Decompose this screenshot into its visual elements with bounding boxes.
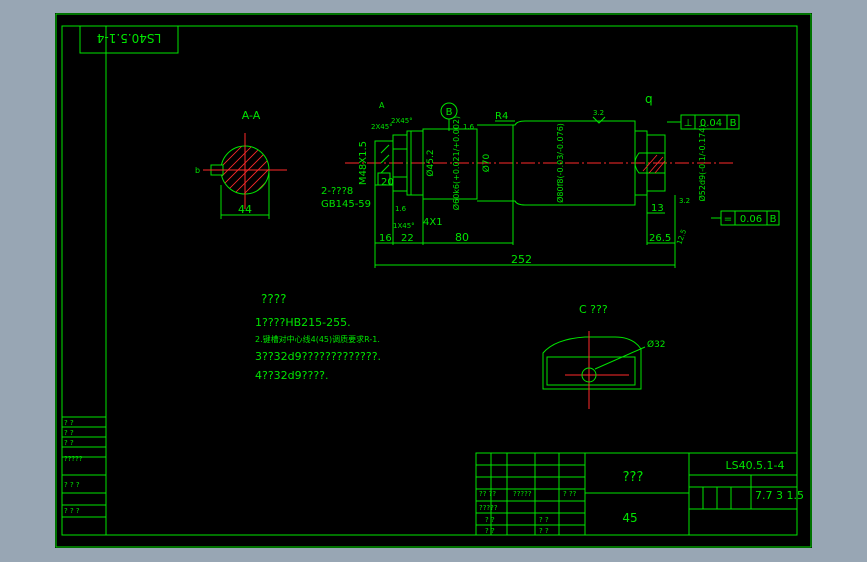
dia-52: Ø52d9(-0.1/-0.174) (697, 125, 707, 202)
part-name: ??? (623, 470, 644, 485)
note-line: 2.键槽对中心线4(45)调质要求R-1. (255, 334, 380, 344)
section-aa-label: A-A (242, 109, 261, 122)
material: 45 (622, 511, 637, 525)
title-sub-label: ? ? (539, 527, 549, 535)
dim-16: 16 (379, 233, 392, 244)
dia-70: Ø70 (481, 153, 492, 172)
roughness-top: 3.2 (593, 109, 604, 117)
chamfer-2x45-a: 2X45° (371, 123, 393, 131)
sym-tolerance: = 0.06 B (711, 210, 780, 226)
datum-b: B (446, 107, 453, 118)
inner-frame (61, 25, 798, 536)
dim-252: 252 (511, 253, 532, 266)
note-line: 1????HB215-255. (255, 316, 351, 329)
bearing-dia: Ø60k6(+0.021/+0.002) (451, 116, 461, 210)
left-table-row: ? ? (64, 429, 74, 437)
title-sub-label: ?? ?? (479, 490, 496, 498)
dim-26-5: 26.5 (649, 233, 671, 244)
scale-text: 7.7 3 1.5 (755, 489, 804, 502)
std-ref: GB145-59 (321, 199, 371, 210)
dia-main: Ø80f8(-0.03/-0.076) (555, 123, 565, 203)
view-c: C ??? Ø32 (542, 303, 666, 409)
dim-80: 80 (455, 231, 469, 244)
note-line: 4??32d9????. (255, 369, 329, 382)
radius-label: R4 (495, 111, 508, 122)
label-a: A (379, 101, 385, 110)
cad-canvas: LS40.5.1-4 ? ? ? ? ? ? ????? ? ? ? ? ? ?… (55, 13, 812, 548)
roughness-b: 1.6 (395, 205, 407, 213)
drawing-sheet: LS40.5.1-4 ? ? ? ? ? ? ????? ? ? ? ? ? ?… (55, 13, 812, 548)
svg-text:B: B (730, 118, 737, 129)
title-sub-label: ????? (513, 490, 532, 498)
title-sub-label: ? ?? (563, 490, 577, 498)
svg-text:=: = (724, 214, 732, 225)
note-line: 3??32d9?????????????. (255, 350, 381, 363)
chamfer-1x45: 1X45° (393, 222, 415, 230)
svg-text:0.04: 0.04 (700, 118, 722, 129)
svg-text:B: B (770, 214, 777, 225)
title-sub-label: ? ? (539, 516, 549, 524)
left-table-row: ? ? ? (64, 507, 80, 515)
svg-text:⊥: ⊥ (684, 118, 693, 129)
dia-45-2: Ø45.2 (425, 149, 436, 176)
thread-label: M48X1.5 (358, 141, 369, 185)
left-table-row: ? ? (64, 439, 74, 447)
chamfer-4x1: 4X1 (423, 217, 443, 228)
svg-text:b: b (195, 166, 200, 175)
technical-notes: ???? 1????HB215-255. 2.键槽对中心线4(45)调质要求R-… (255, 292, 381, 382)
drawing-code: LS40.5.1-4 (725, 459, 784, 472)
left-table: ? ? ? ? ? ? ????? ? ? ? ? ? ? (61, 416, 107, 536)
shaft-view: M48X1.5 Ø45.2 Ø60k6(+0.021/+0.002) Ø70 Ø… (321, 92, 780, 268)
svg-text:0.06: 0.06 (740, 214, 762, 225)
code-rotated: LS40.5.1-4 (97, 31, 161, 45)
outer-border (55, 13, 812, 548)
dim-13: 13 (651, 203, 664, 214)
roughness-d: 12.5 (675, 228, 688, 245)
chamfer-2x45-b: 2X45° (391, 117, 413, 125)
dim-22: 22 (401, 233, 414, 244)
notes-heading: ???? (261, 292, 286, 306)
section-aa-width: 44 (238, 203, 252, 216)
groove-label: 2-???8 (321, 186, 353, 197)
section-aa: A-A 44 b (195, 109, 287, 219)
roughness-a: 1.6 (463, 123, 475, 131)
label-q: q (645, 92, 653, 106)
left-table-row: ? ? ? (64, 481, 80, 489)
dim-20: 20 (381, 177, 394, 188)
left-table-row: ????? (64, 455, 83, 463)
view-c-label: C ??? (579, 303, 608, 316)
roughness-c: 3.2 (679, 197, 690, 205)
title-sub-label: ? ? (485, 527, 495, 535)
left-table-row: ? ? (64, 419, 74, 427)
view-c-dia: Ø32 (647, 339, 666, 350)
title-block: ?? ?? ????? ? ?? ????? ? ? ? ? ? ? ? ? ?… (475, 452, 804, 536)
title-sub-label: ? ? (485, 516, 495, 524)
perp-tolerance: ⊥ 0.04 B (667, 114, 740, 130)
title-sub-label: ????? (479, 504, 498, 512)
